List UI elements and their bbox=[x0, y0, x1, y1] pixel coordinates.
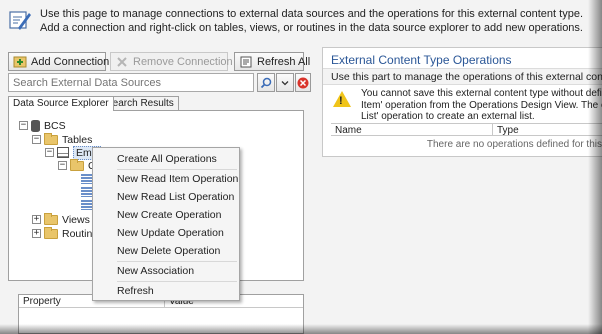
chevron-down-icon bbox=[281, 80, 289, 85]
menu-separator bbox=[117, 169, 237, 170]
collapse-icon[interactable]: − bbox=[19, 121, 28, 130]
expand-icon[interactable]: + bbox=[32, 229, 41, 238]
menu-item-new-delete[interactable]: New Delete Operation bbox=[117, 245, 220, 257]
menu-item-new-create[interactable]: New Create Operation bbox=[117, 209, 221, 221]
column-header-property: Property bbox=[23, 296, 61, 307]
tree-node-views[interactable]: + Views bbox=[32, 212, 90, 226]
warning-message: You cannot save this external content ty… bbox=[361, 88, 602, 123]
folder-icon bbox=[44, 212, 58, 225]
table-icon bbox=[57, 147, 69, 158]
folder-icon bbox=[44, 132, 58, 145]
tree-node-label: BCS bbox=[44, 119, 66, 132]
database-icon bbox=[31, 119, 40, 132]
warning-mark: ! bbox=[339, 95, 343, 107]
window-shadow bbox=[0, 324, 602, 334]
search-options-button[interactable] bbox=[276, 73, 294, 92]
clear-icon bbox=[297, 77, 309, 88]
warning-line: You cannot save this external content ty… bbox=[361, 88, 602, 99]
window-shadow bbox=[588, 0, 602, 334]
collapse-icon[interactable]: − bbox=[45, 148, 54, 157]
operations-panel-title: External Content Type Operations bbox=[331, 53, 512, 67]
field-icon bbox=[81, 186, 92, 197]
menu-item-new-update[interactable]: New Update Operation bbox=[117, 227, 224, 239]
remove-connection-label: Remove Connection bbox=[133, 55, 233, 68]
remove-icon bbox=[115, 55, 129, 69]
tree-node-label: Views bbox=[62, 213, 90, 226]
warning-line: Item' operation from the Operations Desi… bbox=[361, 99, 602, 111]
menu-item-new-read-list[interactable]: New Read List Operation bbox=[117, 191, 234, 203]
remove-connection-button[interactable]: Remove Connection bbox=[110, 52, 233, 71]
tree-node-label: Tables bbox=[62, 133, 93, 146]
menu-item-new-read-item[interactable]: New Read Item Operation bbox=[117, 173, 238, 185]
menu-item-create-all-operations[interactable]: Create All Operations bbox=[117, 153, 217, 165]
operations-grid-header: Name Type bbox=[331, 123, 602, 136]
tree-node-routines[interactable]: + Routin bbox=[32, 226, 93, 240]
add-connection-button[interactable]: Add Connection bbox=[8, 52, 110, 71]
tree-node-bcs[interactable]: − BCS bbox=[19, 119, 66, 132]
operations-panel-description: Use this part to manage the operations o… bbox=[323, 68, 602, 85]
field-icon bbox=[81, 173, 92, 184]
folder-icon bbox=[70, 158, 84, 171]
search-input[interactable] bbox=[8, 73, 254, 92]
context-menu: Create All Operations New Read Item Oper… bbox=[92, 147, 240, 301]
tree-node-columns[interactable]: − C bbox=[58, 158, 96, 172]
designer-pencil-icon bbox=[9, 11, 31, 30]
column-header-name[interactable]: Name bbox=[335, 125, 362, 136]
operations-empty-message: There are no operations defined for this bbox=[426, 139, 602, 150]
add-connection-label: Add Connection bbox=[31, 55, 110, 68]
collapse-icon[interactable]: − bbox=[58, 161, 67, 170]
add-connection-icon bbox=[13, 55, 27, 69]
expand-icon[interactable]: + bbox=[32, 215, 41, 224]
field-icon bbox=[81, 199, 92, 210]
collapse-icon[interactable]: − bbox=[32, 135, 41, 144]
folder-icon bbox=[44, 226, 58, 239]
column-header-type[interactable]: Type bbox=[497, 125, 519, 136]
tab-data-source-explorer[interactable]: Data Source Explorer bbox=[8, 96, 114, 111]
menu-separator bbox=[117, 281, 237, 282]
refresh-icon bbox=[239, 55, 253, 69]
window: Use this page to manage connections to e… bbox=[0, 0, 602, 334]
menu-separator bbox=[117, 261, 237, 262]
operations-panel: External Content Type Operations Use thi… bbox=[322, 47, 602, 157]
tree-node-label: Routin bbox=[62, 227, 93, 240]
search-icon bbox=[260, 77, 272, 88]
menu-item-refresh[interactable]: Refresh bbox=[117, 285, 154, 297]
page-description: Use this page to manage connections to e… bbox=[40, 8, 584, 34]
clear-search-button[interactable] bbox=[295, 73, 311, 92]
warning-line: List' operation to create an external li… bbox=[361, 111, 535, 122]
search-button[interactable] bbox=[257, 73, 275, 92]
menu-item-new-association[interactable]: New Association bbox=[117, 265, 194, 277]
refresh-all-button[interactable]: Refresh All bbox=[234, 52, 310, 71]
refresh-all-label: Refresh All bbox=[257, 55, 311, 68]
tree-node-tables[interactable]: − Tables bbox=[32, 132, 93, 146]
